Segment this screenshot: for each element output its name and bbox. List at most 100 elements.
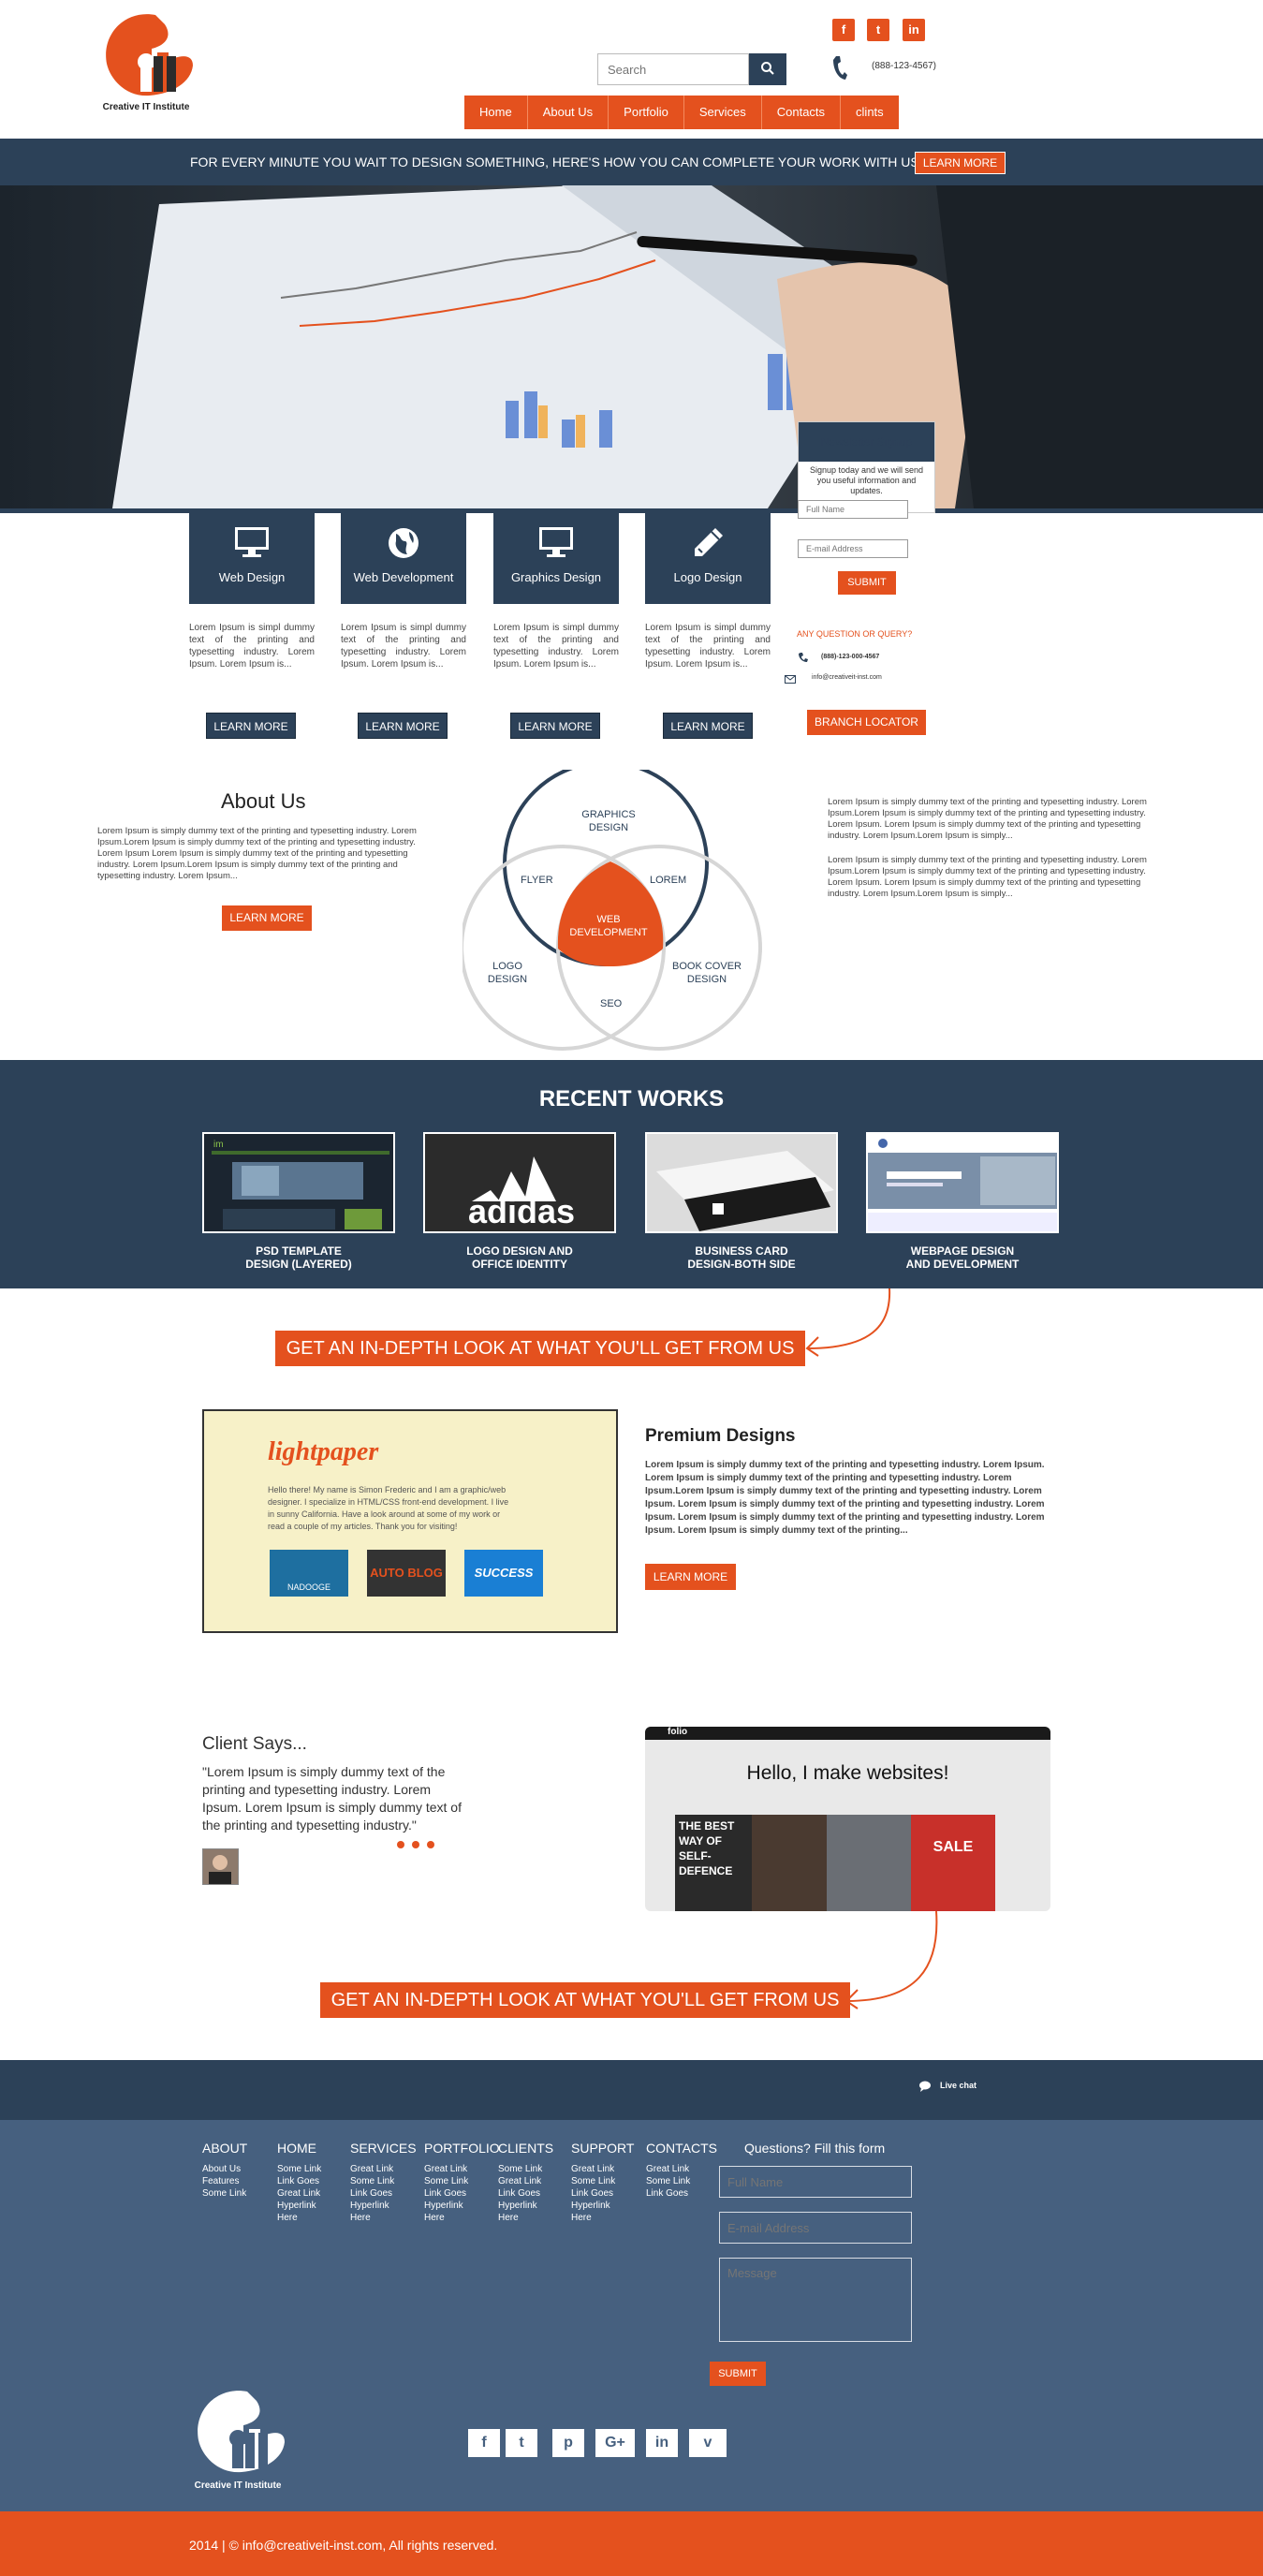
about-learn-more-button[interactable]: LEARN MORE [222, 905, 312, 931]
footer-link[interactable]: Link Goes [646, 2187, 717, 2200]
footer-link[interactable]: Hyperlink [424, 2200, 500, 2212]
footer-vimeo-icon[interactable]: v [689, 2429, 727, 2457]
premium-text: Lorem Ipsum is simply dummy text of the … [645, 1460, 1045, 1536]
work-thumb-webpage[interactable] [866, 1132, 1059, 1233]
footer-link[interactable]: Hyperlink [498, 2200, 553, 2212]
banner-text: FOR EVERY MINUTE YOU WAIT TO DESIGN SOME… [190, 155, 919, 169]
nav-about[interactable]: About Us [527, 96, 609, 129]
nav-services[interactable]: Services [683, 96, 762, 129]
work-caption: LOGO DESIGN AND OFFICE IDENTITY [466, 1244, 573, 1271]
query-label: ANY QUESTION OR QUERY? [797, 629, 913, 639]
client-photo [203, 1849, 238, 1884]
copyright-text: 2014 | © info@creativeit-inst.com, All r… [189, 2538, 498, 2553]
logo-icon [106, 14, 193, 96]
newsletter-text: Signup today and we will send you useful… [809, 465, 924, 495]
banner-learn-more-button[interactable]: LEARN MORE [915, 152, 1006, 174]
premium-learn-more-button[interactable]: LEARN MORE [645, 1564, 736, 1590]
footer-name-input[interactable] [719, 2166, 912, 2198]
footer-linkedin-icon[interactable]: in [646, 2429, 678, 2457]
footer-col-contacts: CONTACTS Great Link Some Link Link Goes [646, 2141, 717, 2200]
footer-facebook-icon[interactable]: f [468, 2429, 500, 2457]
footer-link[interactable]: Link Goes [571, 2187, 634, 2200]
footer-link[interactable]: Here [277, 2212, 321, 2224]
footer-link[interactable]: Some Link [646, 2175, 717, 2187]
footer-link[interactable]: Some Link [277, 2163, 321, 2175]
twitter-icon[interactable]: t [867, 19, 889, 41]
work-caption: WEBPAGE DESIGN AND DEVELOPMENT [905, 1244, 1020, 1271]
carousel-dot[interactable] [412, 1841, 419, 1848]
footer-link[interactable]: Here [350, 2212, 417, 2224]
footer-link[interactable]: Some Link [202, 2187, 247, 2200]
psd-template-preview: im [204, 1134, 393, 1231]
linkedin-icon[interactable]: in [903, 19, 925, 41]
footer-link[interactable]: Features [202, 2175, 247, 2187]
footer-link[interactable]: Link Goes [277, 2175, 321, 2187]
work-thumb-logo[interactable]: adidas [423, 1132, 616, 1233]
service-web-design[interactable]: Web Design [189, 513, 315, 604]
newsletter-submit-button[interactable]: SUBMIT [838, 571, 896, 595]
search-button[interactable] [749, 53, 786, 85]
footer-link[interactable]: Some Link [571, 2175, 634, 2187]
logo-text: Creative IT Institute [102, 102, 190, 112]
footer-link[interactable]: Here [424, 2212, 500, 2224]
service-logo-design[interactable]: Logo Design [645, 513, 771, 604]
footer-link[interactable]: Some Link [498, 2163, 553, 2175]
footer-submit-button[interactable]: SUBMIT [710, 2362, 766, 2386]
footer-link[interactable]: Great Link [350, 2163, 417, 2175]
footer-link[interactable]: Great Link [277, 2187, 321, 2200]
search-input[interactable] [597, 53, 749, 85]
footer-link[interactable]: Here [571, 2212, 634, 2224]
venn-label-flyer: FLYER [521, 875, 553, 886]
footer-link[interactable]: Some Link [350, 2175, 417, 2187]
footer-link[interactable]: About Us [202, 2163, 247, 2175]
footer-email-input[interactable] [719, 2212, 912, 2244]
nav-clints[interactable]: clints [841, 96, 899, 129]
work-thumb-card[interactable] [645, 1132, 838, 1233]
footer-link[interactable]: Hyperlink [571, 2200, 634, 2212]
footer-link[interactable]: Hyperlink [350, 2200, 417, 2212]
service-learn-more-button[interactable]: LEARN MORE [663, 713, 753, 739]
footer-message-input[interactable] [719, 2258, 912, 2342]
site-header: Creative IT Institute f t in (888-123-45… [0, 0, 1263, 139]
site-logo[interactable]: Creative IT Institute [97, 9, 195, 112]
footer-logo[interactable]: Creative IT Institute [189, 2386, 286, 2491]
footer-link[interactable]: Link Goes [350, 2187, 417, 2200]
live-chat-link[interactable]: Live chat [940, 2081, 977, 2090]
cta-arrow-1 [805, 1288, 891, 1357]
footer-link[interactable]: Hyperlink [277, 2200, 321, 2212]
footer-link[interactable]: Great Link [646, 2163, 717, 2175]
premium-title: Premium Designs [645, 1426, 796, 1446]
cta-banner-2[interactable]: GET AN IN-DEPTH LOOK AT WHAT YOU'LL GET … [320, 1982, 850, 2018]
newsletter-email-input[interactable] [798, 539, 908, 558]
service-learn-more-button[interactable]: LEARN MORE [510, 713, 600, 739]
footer-twitter-icon[interactable]: t [506, 2429, 537, 2457]
footer-link[interactable]: Great Link [424, 2163, 500, 2175]
footer-googleplus-icon[interactable]: G+ [595, 2429, 635, 2457]
footer-pinterest-icon[interactable]: p [552, 2429, 584, 2457]
branch-locator-button[interactable]: BRANCH LOCATOR [807, 710, 926, 735]
carousel-dot[interactable] [427, 1841, 434, 1848]
footer-link[interactable]: Great Link [498, 2175, 553, 2187]
logo-text: Creative IT Institute [194, 2480, 282, 2491]
carousel-dot[interactable] [397, 1841, 404, 1848]
webpage-preview [868, 1134, 1057, 1231]
service-learn-more-button[interactable]: LEARN MORE [358, 713, 448, 739]
service-web-development[interactable]: Web Development [341, 513, 466, 604]
footer-link[interactable]: Link Goes [498, 2187, 553, 2200]
nav-contacts[interactable]: Contacts [761, 96, 842, 129]
work-thumb-psd[interactable]: im [202, 1132, 395, 1233]
folio-brand: folio [668, 1727, 688, 1737]
preview-text: Hello there! My name is Simon Frederic a… [268, 1485, 509, 1531]
footer-link[interactable]: Link Goes [424, 2187, 500, 2200]
service-learn-more-button[interactable]: LEARN MORE [206, 713, 296, 739]
nav-portfolio[interactable]: Portfolio [609, 96, 684, 129]
cta-banner-1[interactable]: GET AN IN-DEPTH LOOK AT WHAT YOU'LL GET … [275, 1331, 805, 1366]
footer-link[interactable]: Great Link [571, 2163, 634, 2175]
nav-home[interactable]: Home [464, 96, 528, 129]
footer-link[interactable]: Here [498, 2212, 553, 2224]
newsletter-name-input[interactable] [798, 500, 908, 519]
facebook-icon[interactable]: f [832, 19, 855, 41]
footer-link[interactable]: Some Link [424, 2175, 500, 2187]
logo-icon [198, 2391, 285, 2473]
service-graphics-design[interactable]: Graphics Design [493, 513, 619, 604]
